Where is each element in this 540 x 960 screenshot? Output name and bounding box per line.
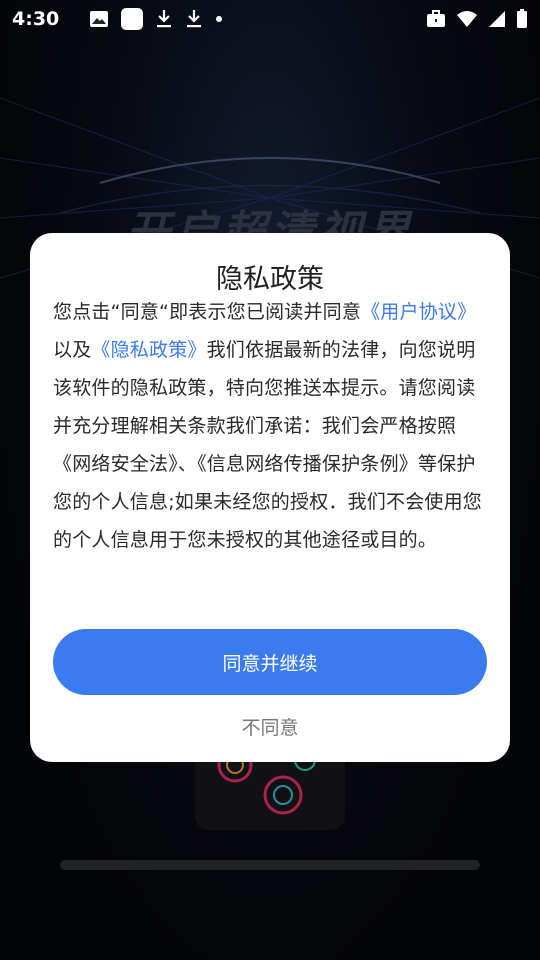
agree-continue-button[interactable]: 同意并继续	[53, 629, 487, 695]
dialog-body: 您点击“同意“即表示您已阅读并同意《用户协议》以及《隐私政策》我们依据最新的法律…	[53, 293, 490, 559]
download-icon	[155, 9, 173, 29]
briefcase-icon	[426, 10, 446, 28]
download-icon	[185, 9, 203, 29]
body-text: 以及	[53, 339, 92, 361]
image-icon	[89, 10, 109, 28]
app-icon	[121, 8, 144, 30]
privacy-policy-link[interactable]: 《隐私政策》	[91, 339, 206, 361]
body-text: 您点击“同意“即表示您已阅读并同意	[53, 301, 362, 323]
dot-icon	[215, 15, 223, 23]
body-text: 我们依据最新的法律，向您说明该软件的隐私政策，特向您推送本提示。请您阅读并充分理…	[53, 339, 483, 551]
dialog-title: 隐私政策	[216, 264, 324, 295]
privacy-dialog: 隐私政策 您点击“同意“即表示您已阅读并同意《用户协议》以及《隐私政策》我们依据…	[30, 233, 510, 762]
status-bar: 4:30	[0, 0, 540, 38]
app-screen: 开启超清视界 4:30	[0, 0, 540, 960]
signal-icon	[488, 10, 506, 28]
user-agreement-link[interactable]: 《用户协议》	[361, 301, 476, 323]
battery-icon	[516, 9, 528, 29]
disagree-button[interactable]: 不同意	[170, 708, 370, 744]
status-time: 4:30	[12, 8, 60, 30]
wifi-icon	[456, 10, 478, 28]
